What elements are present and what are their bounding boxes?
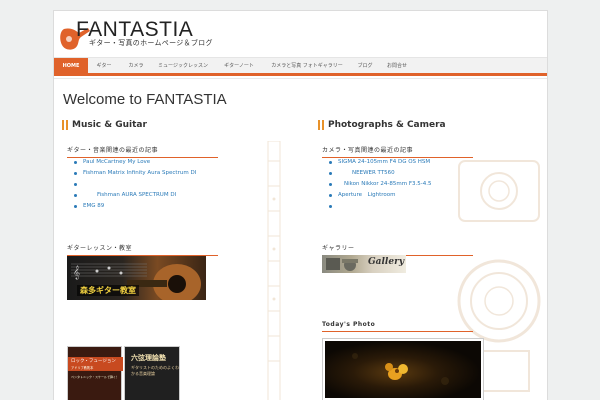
nav-contact[interactable]: お問合せ bbox=[380, 58, 414, 74]
rock-fusion-book-cover[interactable]: ロック・フュージョン アドリブ教則本 ペンタトニック・スケールで弾く！ bbox=[67, 346, 123, 400]
todays-photo[interactable] bbox=[322, 338, 484, 400]
list-item[interactable]: Paul McCartney My Love bbox=[67, 157, 247, 168]
list-item[interactable] bbox=[322, 201, 502, 212]
music-recent-posts-list: Paul McCartney My Love Fishman Matrix In… bbox=[67, 157, 247, 212]
photo-section-title: Photographs & Camera bbox=[318, 120, 446, 130]
section-marker-icon bbox=[318, 120, 324, 130]
photo-recent-posts-list: SIGMA 24-105mm F4 DG OS HSM NEEWER TT560… bbox=[322, 157, 502, 212]
svg-text:𝄞: 𝄞 bbox=[73, 265, 80, 279]
site-header: FANTASTIA ギター・写真のホームページ＆ブログ bbox=[54, 11, 547, 57]
book1-title: ロック・フュージョン bbox=[71, 359, 116, 364]
book1-caption: ペンタトニック・スケールで弾く！ bbox=[71, 375, 119, 379]
nav-blog[interactable]: ブログ bbox=[350, 58, 380, 74]
list-item[interactable]: EMG 89 bbox=[67, 201, 247, 212]
flower-photo-icon bbox=[352, 353, 449, 385]
todays-photo-title: Today's Photo bbox=[322, 321, 473, 332]
book1-subtitle: アドリブ教則本 bbox=[71, 366, 94, 370]
page-title: Welcome to FANTASTIA bbox=[63, 91, 227, 108]
site-tagline: ギター・写真のホームページ＆ブログ bbox=[89, 39, 213, 47]
list-item[interactable]: Nikon Nikkor 24-85mm F3.5-4.5 bbox=[322, 179, 502, 190]
nav-photo-gallery[interactable]: カメラと写真 フォトギャラリー bbox=[264, 58, 350, 74]
nav-guitar[interactable]: ギター bbox=[88, 58, 120, 74]
nav-camera[interactable]: カメラ bbox=[120, 58, 152, 74]
guitar-neck-decoration-icon bbox=[267, 141, 281, 400]
gallery-label: Gallery bbox=[368, 257, 405, 267]
section-marker-icon bbox=[62, 120, 68, 130]
list-item[interactable]: NEEWER TT560 bbox=[322, 168, 502, 179]
music-section-title: Music & Guitar bbox=[62, 120, 147, 130]
list-item[interactable] bbox=[67, 179, 247, 190]
guitar-lesson-banner-text: 森多ギター教室 bbox=[77, 285, 139, 296]
nav-home[interactable]: HOME bbox=[54, 58, 88, 74]
book2-subtitle: ギタリストのためのよくわかる音楽理論 bbox=[131, 365, 179, 376]
main-navigation: HOME ギター カメラ ミュージックレッスン ギターノート カメラと写真 フォ… bbox=[54, 57, 547, 76]
music-theory-book-cover[interactable]: 六弦理論塾 ギタリストのためのよくわかる音楽理論 bbox=[124, 346, 180, 400]
todays-photo-image bbox=[325, 341, 481, 398]
list-item[interactable]: Fishman Matrix Infinity Aura Spectrum DI bbox=[67, 168, 247, 179]
nav-guitar-note[interactable]: ギターノート bbox=[214, 58, 264, 74]
guitar-lesson-title: ギターレッスン・教室 bbox=[67, 243, 218, 256]
page-container: FANTASTIA ギター・写真のホームページ＆ブログ HOME ギター カメラ… bbox=[53, 10, 548, 400]
nav-separator bbox=[54, 78, 547, 79]
list-item[interactable]: Aperture Lightroom bbox=[322, 190, 502, 201]
list-item[interactable]: SIGMA 24-105mm F4 DG OS HSM bbox=[322, 157, 502, 168]
gallery-banner[interactable]: Gallery bbox=[322, 255, 406, 273]
list-item[interactable]: Fishman AURA SPECTRUM DI bbox=[67, 190, 247, 201]
book2-title: 六弦理論塾 bbox=[131, 354, 166, 362]
nav-music-lesson[interactable]: ミュージックレッスン bbox=[152, 58, 214, 74]
guitar-lesson-banner[interactable]: 𝄞 森多ギター教室 bbox=[67, 256, 206, 300]
